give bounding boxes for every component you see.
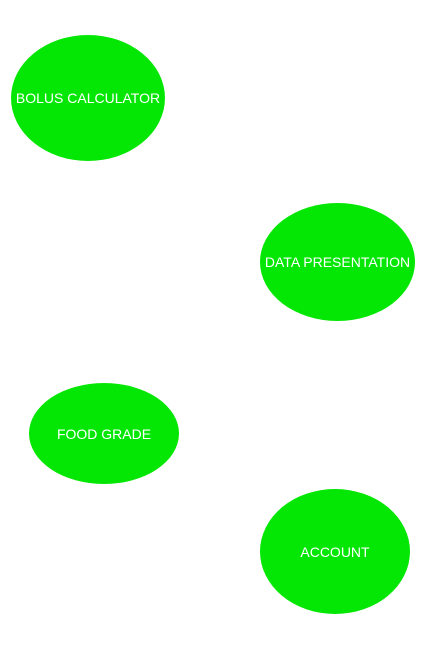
- bolus-calculator-button[interactable]: BOLUS CALCULATOR: [11, 35, 165, 161]
- account-label: ACCOUNT: [300, 543, 370, 560]
- account-button[interactable]: ACCOUNT: [260, 489, 410, 614]
- bolus-calculator-label: BOLUS CALCULATOR: [15, 90, 161, 106]
- data-presentation-label: DATA PRESENTATION: [264, 254, 411, 270]
- food-grade-button[interactable]: FOOD GRADE: [29, 383, 179, 484]
- data-presentation-button[interactable]: DATA PRESENTATION: [260, 203, 415, 321]
- food-grade-label: FOOD GRADE: [56, 425, 152, 442]
